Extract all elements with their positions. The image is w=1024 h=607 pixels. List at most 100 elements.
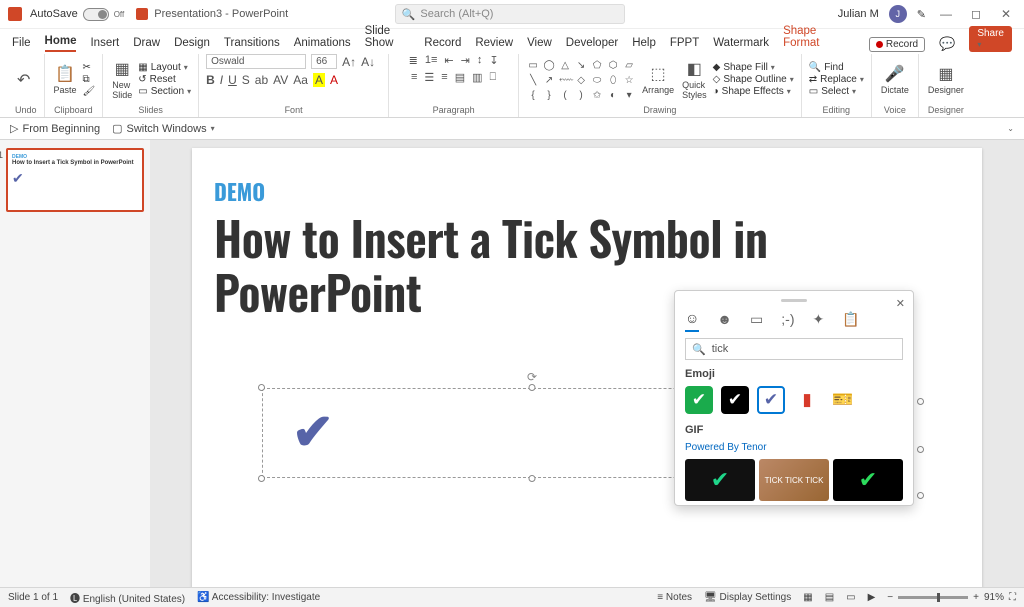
cut-button[interactable]: ✂ [83, 62, 96, 73]
view-reading-icon[interactable]: ▭ [846, 592, 855, 603]
tab-help[interactable]: Help [632, 37, 656, 52]
columns-button[interactable]: ▥ [472, 71, 482, 84]
arrange-button[interactable]: ⬚Arrange [640, 64, 676, 95]
resize-handle[interactable] [529, 475, 536, 482]
thumbnail-pane[interactable]: 1 DEMO How to Insert a Tick Symbol in Po… [0, 140, 150, 587]
shape-outline-button[interactable]: ◇ Shape Outline ▾ [713, 74, 794, 85]
section-button[interactable]: ▭ Section ▾ [138, 86, 191, 97]
search-box[interactable]: 🔍 Search (Alt+Q) [395, 4, 625, 24]
resize-handle[interactable] [917, 398, 924, 405]
gif-result-1[interactable]: ✔ [685, 459, 755, 501]
font-size-input[interactable]: 66 [311, 54, 337, 69]
shape-effects-button[interactable]: ◑ Shape Effects ▾ [713, 86, 794, 97]
resize-handle[interactable] [917, 446, 924, 453]
resize-handle[interactable] [917, 492, 924, 499]
tab-view[interactable]: View [527, 37, 552, 52]
pen-icon[interactable]: ✎ [917, 8, 926, 21]
tab-shape-format[interactable]: Shape Format [783, 25, 841, 52]
emoji-picker[interactable]: ✕ ☺ ☻ ▭ ;-) ✦ 📋 🔍 tick Emoji ✔ ✔ ✔ ▮ 🎫 G… [674, 290, 914, 506]
switch-windows-button[interactable]: ▢ Switch Windows ▾ [112, 122, 215, 135]
underline-button[interactable]: U [228, 73, 237, 87]
from-beginning-button[interactable]: ▷ From Beginning [10, 122, 100, 135]
italic-button[interactable]: I [220, 73, 223, 87]
gif-result-3[interactable]: ✔ [833, 459, 903, 501]
align-left-button[interactable]: ≡ [411, 71, 417, 84]
picker-tab-recent[interactable]: ☺ [685, 310, 699, 332]
minimize-button[interactable]: — [936, 7, 956, 21]
paste-button[interactable]: 📋Paste [52, 64, 79, 95]
copy-button[interactable]: ⧉ [83, 74, 96, 85]
notes-button[interactable]: ≡ Notes [657, 592, 692, 603]
font-color-button[interactable]: A [330, 73, 338, 87]
format-painter[interactable]: 🖌 [83, 86, 96, 97]
record-button[interactable]: Record [869, 37, 925, 52]
toggle-icon[interactable] [83, 8, 109, 21]
view-sorter-icon[interactable]: ▤ [825, 592, 834, 603]
undo-button[interactable]: ↶ [15, 70, 32, 90]
new-slide-button[interactable]: ▦New Slide [110, 59, 134, 100]
emoji-ticket[interactable]: 🎫 [829, 386, 857, 414]
shape-fill-button[interactable]: ◆ Shape Fill ▾ [713, 62, 794, 73]
strike-button[interactable]: S [242, 73, 250, 87]
close-button[interactable]: ✕ [996, 7, 1016, 21]
tab-transitions[interactable]: Transitions [224, 37, 280, 52]
numbering-button[interactable]: 1≡ [425, 54, 438, 67]
tab-design[interactable]: Design [174, 37, 210, 52]
font-name-input[interactable]: Oswald [206, 54, 306, 69]
text-direction-button[interactable]: ↧ [489, 54, 498, 67]
shadow-button[interactable]: ab [255, 73, 268, 87]
reset-button[interactable]: ↺ Reset [138, 74, 191, 85]
tab-review[interactable]: Review [475, 37, 513, 52]
bullets-button[interactable]: ≣ [409, 54, 418, 67]
emoji-check-green[interactable]: ✔ [685, 386, 713, 414]
gif-result-2[interactable]: TICK TICK TICK [759, 459, 829, 501]
zoom-control[interactable]: − + 91% ⛶ [887, 592, 1016, 603]
collapse-ribbon-icon[interactable]: ⌄ [1007, 124, 1014, 133]
autosave-toggle[interactable]: AutoSave Off [30, 8, 124, 21]
zoom-out-icon[interactable]: − [887, 592, 893, 603]
view-normal-icon[interactable]: ▦ [803, 592, 812, 603]
tab-file[interactable]: File [12, 37, 31, 52]
emoji-check-blue[interactable]: ✔ [757, 386, 785, 414]
maximize-button[interactable]: ◻ [966, 7, 986, 21]
select-button[interactable]: ▭ Select ▾ [809, 86, 864, 97]
quick-styles-button[interactable]: ◧Quick Styles [680, 59, 709, 100]
slide-counter[interactable]: Slide 1 of 1 [8, 592, 58, 603]
picker-powered-by[interactable]: Powered By Tenor [685, 442, 903, 453]
comment-icon[interactable]: 💬 [939, 36, 955, 52]
language-status[interactable]: 🅛 English (United States) [70, 590, 185, 605]
zoom-in-icon[interactable]: + [973, 592, 979, 603]
tab-developer[interactable]: Developer [566, 37, 618, 52]
tab-home[interactable]: Home [45, 35, 77, 52]
picker-close-button[interactable]: ✕ [896, 297, 905, 310]
increase-font-icon[interactable]: A↑ [342, 55, 356, 69]
tab-record[interactable]: Record [424, 37, 461, 52]
shapes-gallery[interactable]: ▭◯△↘⬠⬡▱ ╲↗⬳◇⬭⬯☆ {}()✩◐▾ [526, 58, 636, 101]
picker-tab-emoji[interactable]: ☻ [717, 311, 732, 331]
highlight-button[interactable]: A [313, 73, 325, 87]
bold-button[interactable]: B [206, 73, 215, 87]
tab-animations[interactable]: Animations [294, 37, 351, 52]
tab-fppt[interactable]: FPPT [670, 37, 699, 52]
picker-tab-kaomoji[interactable]: ;-) [781, 311, 794, 331]
picker-tab-symbols[interactable]: ✦ [812, 311, 824, 332]
dictate-button[interactable]: 🎤Dictate [879, 64, 911, 95]
share-button[interactable]: Share ▾ [969, 26, 1012, 52]
decrease-font-icon[interactable]: A↓ [361, 55, 375, 69]
zoom-slider[interactable] [898, 596, 968, 599]
resize-handle[interactable] [258, 475, 265, 482]
tab-insert[interactable]: Insert [90, 37, 119, 52]
picker-grip[interactable] [781, 299, 807, 302]
picker-search-input[interactable]: 🔍 tick [685, 338, 903, 360]
avatar[interactable]: J [889, 5, 907, 23]
resize-handle[interactable] [258, 384, 265, 391]
tab-draw[interactable]: Draw [133, 37, 160, 52]
accessibility-status[interactable]: ♿ Accessibility: Investigate [197, 592, 320, 603]
layout-button[interactable]: ▦ Layout ▾ [138, 62, 191, 73]
fit-icon[interactable]: ⛶ [1009, 592, 1016, 603]
line-spacing-button[interactable]: ↕ [477, 54, 483, 67]
picker-tab-gif[interactable]: ▭ [750, 311, 763, 332]
emoji-red-box[interactable]: ▮ [793, 386, 821, 414]
rotate-handle-icon[interactable]: ⟳ [527, 370, 537, 384]
slide-thumb-1[interactable]: 1 DEMO How to Insert a Tick Symbol in Po… [6, 148, 144, 212]
